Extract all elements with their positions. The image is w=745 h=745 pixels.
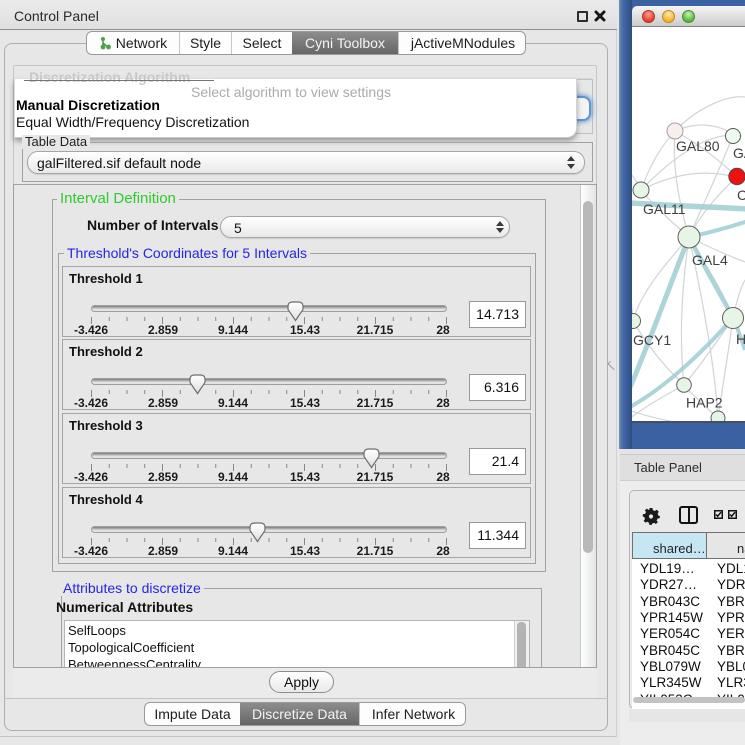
svg-text:GAL80: GAL80 bbox=[676, 138, 720, 154]
svg-text:CY: CY bbox=[737, 187, 745, 203]
svg-text:GA: GA bbox=[733, 145, 745, 161]
svg-text:HAP2: HAP2 bbox=[686, 395, 723, 411]
svg-text:GAL11: GAL11 bbox=[643, 201, 686, 217]
svg-text:GCY1: GCY1 bbox=[633, 332, 671, 348]
svg-text:GAL4: GAL4 bbox=[692, 252, 728, 268]
svg-text:HO: HO bbox=[736, 331, 745, 347]
